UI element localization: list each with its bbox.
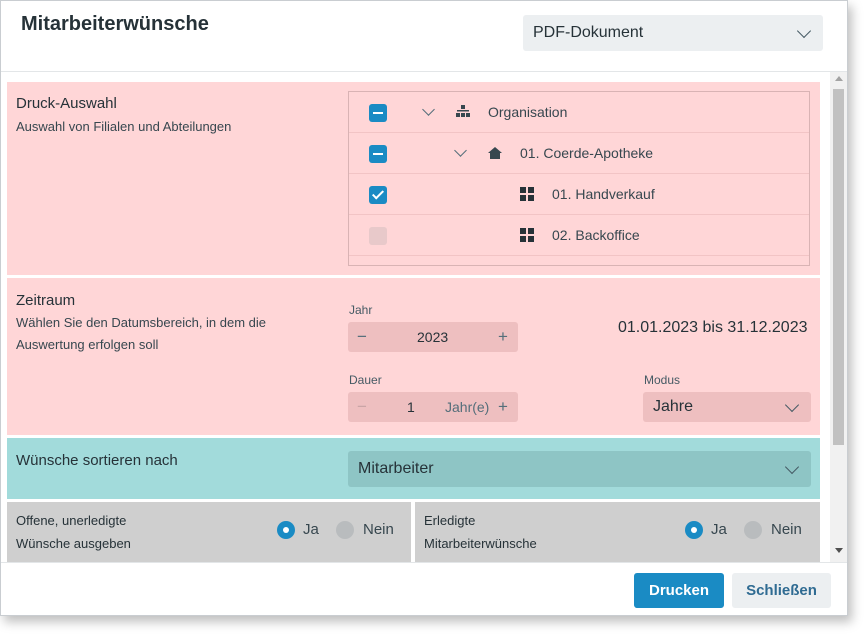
sortierung-title: Wünsche sortieren nach <box>16 452 178 469</box>
checkbox-backoffice[interactable] <box>369 227 387 245</box>
scroll-up-arrow-icon[interactable] <box>835 76 843 81</box>
offene-radio-ja[interactable] <box>277 521 295 539</box>
dauer-label: Dauer <box>349 373 382 387</box>
scrollbar-thumb[interactable] <box>833 89 844 445</box>
tree-label: Organisation <box>488 104 568 120</box>
tree-label: 01. Coerde-Apotheke <box>520 145 654 161</box>
sortierung-section: Wünsche sortieren nach Mitarbeiter <box>7 438 820 499</box>
organisation-icon <box>456 105 470 117</box>
sortierung-value: Mitarbeiter <box>358 460 434 477</box>
format-select[interactable]: PDF-Dokument <box>523 15 823 51</box>
modus-label: Modus <box>644 373 681 387</box>
chevron-down-icon <box>796 23 812 39</box>
organisation-tree: Organisation 01. Coerde-Apotheke 01. Han… <box>348 91 810 266</box>
home-icon <box>488 147 502 159</box>
sortierung-select[interactable]: Mitarbeiter <box>348 451 811 487</box>
dauer-increment-button[interactable]: + <box>498 397 508 417</box>
tree-row-coerde-apotheke[interactable]: 01. Coerde-Apotheke <box>349 133 809 174</box>
dialog: Mitarbeiterwünsche PDF-Dokument Druck-Au… <box>0 0 848 616</box>
offene-wuensche-section: Offene, unerledigte Wünsche ausgeben Ja … <box>7 502 411 562</box>
vertical-scrollbar[interactable] <box>830 72 847 562</box>
scroll-down-arrow-icon[interactable] <box>835 548 843 553</box>
chevron-down-icon[interactable] <box>454 144 467 157</box>
offene-label-line1: Offene, unerledigte <box>16 513 127 528</box>
department-icon <box>520 228 534 242</box>
date-range: 01.01.2023 bis 31.12.2023 <box>618 319 808 336</box>
tree-row-backoffice[interactable]: 02. Backoffice <box>349 215 809 256</box>
erledigte-wuensche-section: Erledigte Mitarbeiterwünsche Ja Nein <box>415 502 820 562</box>
druck-auswahl-title: Druck-Auswahl <box>16 95 117 112</box>
jahr-value[interactable]: 2023 <box>417 329 448 345</box>
print-button[interactable]: Drucken <box>634 573 724 608</box>
checkbox-handverkauf[interactable] <box>369 186 387 204</box>
dauer-unit: Jahr(e) <box>445 399 490 415</box>
chevron-down-icon <box>784 397 800 413</box>
jahr-stepper[interactable]: − 2023 + <box>348 322 518 352</box>
offene-label-line2: Wünsche ausgeben <box>16 536 131 551</box>
tree-row-handverkauf[interactable]: 01. Handverkauf <box>349 174 809 215</box>
erledigte-radio-nein[interactable] <box>744 521 762 539</box>
department-icon <box>520 187 534 201</box>
dialog-title: Mitarbeiterwünsche <box>21 13 209 35</box>
dauer-value[interactable]: 1 <box>407 399 415 415</box>
dialog-content: Druck-Auswahl Auswahl von Filialen und A… <box>1 72 847 562</box>
chevron-down-icon[interactable] <box>422 103 435 116</box>
checkbox-organisation[interactable] <box>369 104 387 122</box>
close-button[interactable]: Schließen <box>732 573 831 608</box>
offene-nein-label[interactable]: Nein <box>363 521 394 538</box>
tree-label: 01. Handverkauf <box>552 186 655 202</box>
offene-ja-label[interactable]: Ja <box>303 521 319 538</box>
dauer-stepper[interactable]: − 1 Jahr(e) + <box>348 392 518 422</box>
dauer-decrement-button[interactable]: − <box>357 397 367 417</box>
checkbox-coerde-apotheke[interactable] <box>369 145 387 163</box>
zeitraum-description-line2: Auswertung erfolgen soll <box>16 337 159 352</box>
jahr-increment-button[interactable]: + <box>498 327 508 347</box>
chevron-down-icon <box>784 459 800 475</box>
format-select-value: PDF-Dokument <box>533 24 644 41</box>
zeitraum-description-line1: Wählen Sie den Datumsbereich, in dem die <box>16 315 267 330</box>
erledigte-label-line1: Erledigte <box>424 513 476 528</box>
druck-auswahl-description: Auswahl von Filialen und Abteilungen <box>16 119 232 134</box>
jahr-label: Jahr <box>349 303 373 317</box>
erledigte-nein-label[interactable]: Nein <box>771 521 802 538</box>
footer-divider <box>1 562 847 563</box>
tree-row-organisation[interactable]: Organisation <box>349 92 809 133</box>
zeitraum-section: Zeitraum Wählen Sie den Datumsbereich, i… <box>7 278 820 435</box>
modus-select[interactable]: Jahre <box>643 392 811 422</box>
erledigte-label-line2: Mitarbeiterwünsche <box>424 536 537 551</box>
jahr-decrement-button[interactable]: − <box>357 327 367 347</box>
tree-label: 02. Backoffice <box>552 227 640 243</box>
zeitraum-title: Zeitraum <box>16 292 76 309</box>
erledigte-ja-label[interactable]: Ja <box>711 521 727 538</box>
erledigte-radio-ja[interactable] <box>685 521 703 539</box>
modus-value: Jahre <box>653 398 694 415</box>
offene-radio-nein[interactable] <box>336 521 354 539</box>
druck-auswahl-section: Druck-Auswahl Auswahl von Filialen und A… <box>7 82 820 275</box>
